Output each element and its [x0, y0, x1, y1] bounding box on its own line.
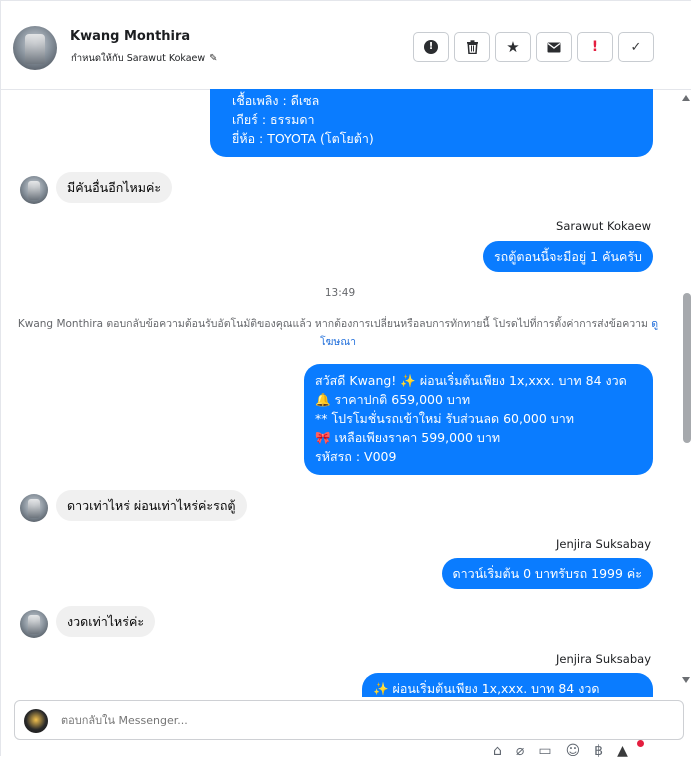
sender-name: Sarawut Kokaew: [556, 219, 651, 233]
message-bubble-partial[interactable]: ✨ ผ่อนเริ่มต้นเพียง 1x,xxx. บาท 84 งวด: [362, 673, 653, 697]
done-button[interactable]: ✓: [618, 32, 654, 62]
spam-button[interactable]: !: [577, 32, 613, 62]
star-icon: ★: [506, 38, 520, 56]
exclamation-icon: !: [591, 39, 599, 55]
chat-icon[interactable]: ▭: [538, 743, 551, 759]
scrollbar-thumb[interactable]: [683, 293, 691, 443]
notice-text: Kwang Monthira ตอบกลับข้อความต้อนรับอัตโ…: [17, 318, 648, 330]
conversation-panel: Kwang Monthira กำหนดให้กับ Sarawut Kokae…: [0, 0, 691, 759]
trash-icon: [466, 40, 478, 54]
message-bubble-outgoing[interactable]: รถตู้ตอนนี้จะมีอยู่ 1 คันครับ: [482, 241, 653, 272]
timestamp: 13:49: [324, 287, 356, 299]
emoji-icon[interactable]: ☺: [566, 743, 581, 759]
message-line: เชื้อเพลิง : ดีเซล: [232, 93, 320, 108]
message-bubble-vehicle-details[interactable]: เชื้อเพลิง : ดีเซล เกียร์ : ธรรมดา ยี่ห้…: [210, 89, 653, 157]
page-avatar: [24, 709, 48, 733]
currency-icon[interactable]: ฿: [594, 743, 603, 759]
assignee-label: กำหนดให้กับ Sarawut Kokaew: [71, 53, 206, 64]
message-bubble-promo[interactable]: สวัสดี Kwang! ✨ ผ่อนเริ่มต้นเพียง 1x,xxx…: [304, 364, 653, 475]
message-bubble-outgoing[interactable]: ดาวน์เริ่มต้น 0 บาทรับรถ 1999 ค่ะ: [441, 558, 653, 589]
contact-avatar-small: [20, 610, 48, 638]
contact-avatar[interactable]: [13, 26, 57, 70]
conversation-header: Kwang Monthira กำหนดให้กับ Sarawut Kokae…: [1, 1, 691, 90]
composer-actions: ⌂ ⌀ ▭ ☺ ฿ ▲: [493, 743, 628, 759]
delete-button[interactable]: [454, 32, 490, 62]
message-list[interactable]: เชื้อเพลิง : ดีเซล เกียร์ : ธรรมดา ยี่ห้…: [1, 89, 679, 697]
message-bubble-incoming[interactable]: มีคันอื่นอีกไหมค่ะ: [56, 172, 173, 203]
scroll-up-arrow[interactable]: [682, 95, 690, 101]
contact-avatar-small: [20, 176, 48, 204]
alert-icon: !: [424, 40, 438, 54]
envelope-icon: [547, 42, 561, 52]
mail-button[interactable]: [536, 32, 572, 62]
contact-avatar-small: [20, 494, 48, 522]
info-button[interactable]: !: [413, 32, 449, 62]
message-line: ** โปรโมชั่นรถเข้าใหม่ รับส่วนลด 60,000 …: [315, 411, 574, 426]
contact-name[interactable]: Kwang Monthira: [70, 29, 190, 44]
auto-reply-notice: Kwang Monthira ตอบกลับข้อความต้อนรับอัตโ…: [17, 315, 659, 351]
attachment-icon[interactable]: ⌀: [516, 743, 524, 759]
bag-icon[interactable]: ⌂: [493, 743, 502, 759]
reply-input[interactable]: [61, 714, 461, 727]
assignee-row[interactable]: กำหนดให้กับ Sarawut Kokaew ✎: [71, 51, 218, 66]
notification-dot: [637, 740, 644, 747]
message-line: เกียร์ : ธรรมดา: [232, 112, 315, 127]
message-bubble-incoming[interactable]: ดาวเท่าไหร่ ผ่อนเท่าไหร่ค่ะรถตู้: [56, 490, 247, 521]
star-button[interactable]: ★: [495, 32, 531, 62]
conversation-toolbar: ! ★ ! ✓: [413, 32, 654, 62]
message-line: 🎀 เหลือเพียงราคา 599,000 บาท: [315, 430, 501, 445]
sender-name: Jenjira Suksabay: [555, 652, 651, 666]
sender-name: Jenjira Suksabay: [555, 537, 651, 551]
message-line: สวัสดี Kwang! ✨ ผ่อนเริ่มต้นเพียง 1x,xxx…: [315, 373, 627, 388]
scroll-down-arrow[interactable]: [682, 677, 690, 683]
thumbs-up-icon[interactable]: ▲: [617, 743, 628, 759]
message-line: ยี่ห้อ : TOYOTA (โตโยต้า): [232, 131, 374, 146]
reply-box[interactable]: [14, 700, 684, 740]
pencil-icon[interactable]: ✎: [209, 53, 217, 64]
check-icon: ✓: [630, 39, 642, 55]
message-line: รหัสรถ : V009: [315, 449, 397, 464]
message-bubble-incoming[interactable]: งวดเท่าไหร่ค่ะ: [56, 606, 156, 637]
message-line: 🔔 ราคาปกติ 659,000 บาท: [315, 392, 471, 407]
